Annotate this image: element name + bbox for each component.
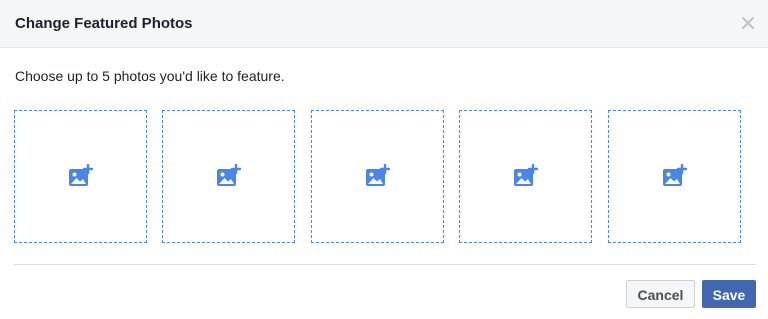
photo-slot-2[interactable]: [162, 110, 295, 243]
add-photo-icon: [366, 164, 391, 186]
cancel-button[interactable]: Cancel: [626, 280, 695, 308]
save-button[interactable]: Save: [702, 280, 756, 308]
close-icon[interactable]: [741, 16, 755, 30]
instruction-text: Choose up to 5 photos you'd like to feat…: [15, 68, 285, 84]
photo-slot-4[interactable]: [459, 110, 592, 243]
add-photo-icon: [69, 164, 94, 186]
photo-slot-3[interactable]: [311, 110, 444, 243]
change-featured-photos-dialog: Change Featured Photos Choose up to 5 ph…: [0, 0, 768, 319]
footer-divider: [14, 264, 756, 265]
photo-slots: [14, 110, 742, 245]
add-photo-icon: [663, 164, 688, 186]
dialog-header: Change Featured Photos: [0, 0, 768, 48]
photo-slot-5[interactable]: [608, 110, 741, 243]
add-photo-icon: [217, 164, 242, 186]
dialog-title: Change Featured Photos: [15, 15, 193, 32]
photo-slot-1[interactable]: [14, 110, 147, 243]
add-photo-icon: [514, 164, 539, 186]
